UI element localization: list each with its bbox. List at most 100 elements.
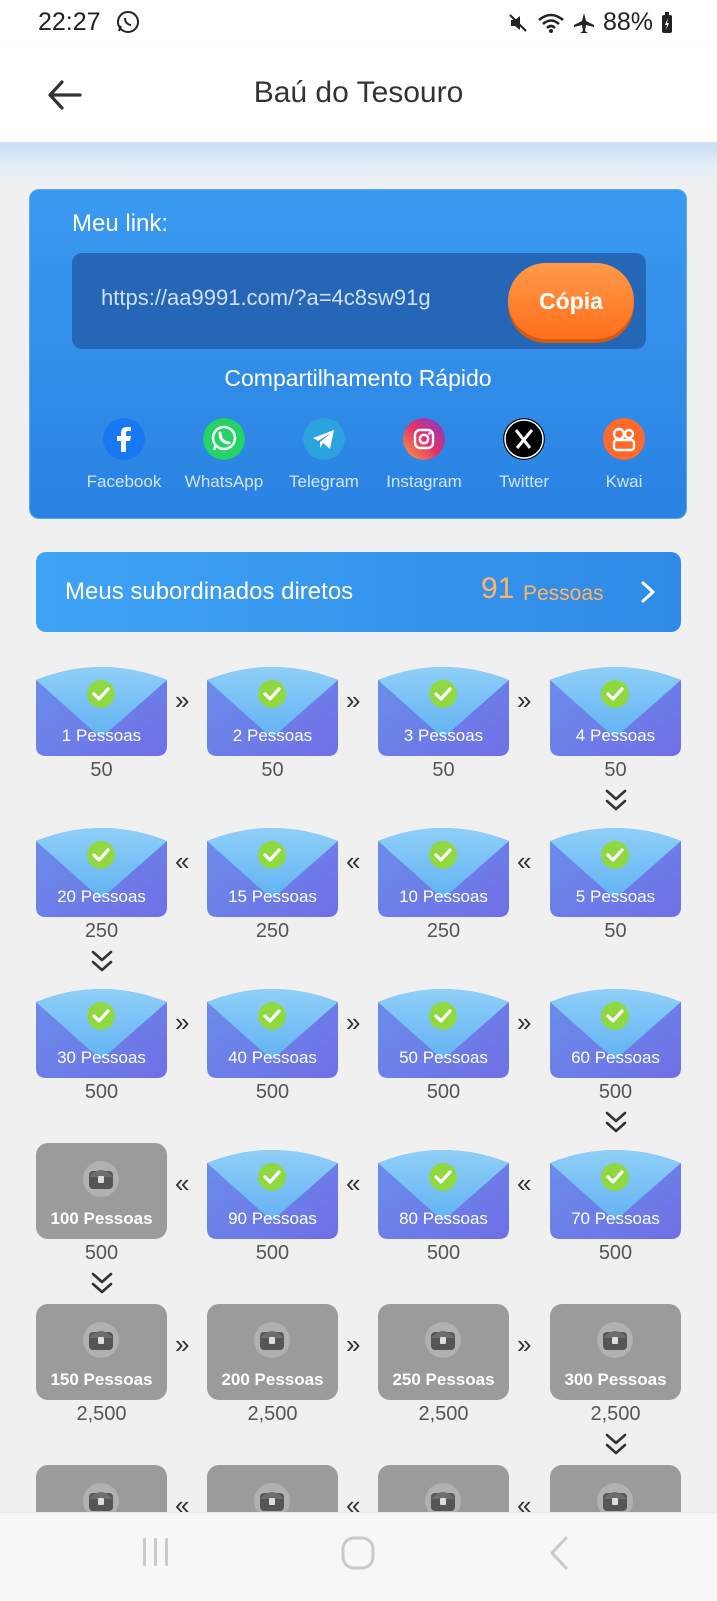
- treasure-chest[interactable]: 5 Pessoas: [550, 821, 681, 917]
- arrow-down-icon: [605, 789, 626, 811]
- share-whatsapp[interactable]: WhatsApp: [174, 418, 274, 492]
- chest-label: 5 Pessoas: [575, 887, 656, 906]
- status-bar: 22:27 88%: [0, 0, 717, 46]
- kwai-icon: [603, 418, 645, 460]
- share-facebook[interactable]: Facebook: [74, 418, 174, 492]
- status-icons: 88%: [507, 8, 673, 37]
- share-telegram[interactable]: Telegram: [274, 418, 374, 492]
- subordinates-label: Meus subordinados diretos: [65, 578, 354, 605]
- back-icon[interactable]: [547, 1535, 571, 1571]
- share-kwai[interactable]: Kwai: [574, 418, 674, 492]
- treasure-chest[interactable]: 250 Pessoas: [378, 1304, 509, 1400]
- arrow-right-icon: »: [346, 1007, 361, 1037]
- treasure-chest[interactable]: 90 Pessoas: [207, 1143, 338, 1239]
- share-label: WhatsApp: [184, 472, 264, 491]
- invite-link-url[interactable]: https://aa9991.com/?a=4c8sw91g: [101, 285, 431, 311]
- treasure-chest[interactable]: 300 Pessoas: [550, 1304, 681, 1400]
- header-background-decoration: [0, 142, 717, 190]
- arrow-left-icon: «: [175, 846, 190, 876]
- chest-label: 200 Pessoas: [221, 1370, 324, 1389]
- wifi-icon: [538, 13, 564, 33]
- chest-reward: 500: [426, 1081, 461, 1103]
- arrow-right-icon: »: [517, 1007, 532, 1037]
- telegram-icon: [303, 418, 345, 460]
- chest-reward: 50: [604, 759, 627, 781]
- battery-icon: [662, 11, 672, 33]
- chest-reward: 2,500: [247, 1403, 298, 1425]
- copy-button[interactable]: Cópia: [508, 263, 634, 339]
- treasure-chest[interactable]: 20 Pessoas: [36, 821, 167, 917]
- arrow-down-icon: [91, 950, 112, 972]
- chest-reward: 250: [426, 920, 461, 942]
- arrow-down-icon: [91, 1272, 112, 1294]
- link-label: Meu link:: [72, 210, 169, 237]
- chest-reward: 500: [598, 1081, 633, 1103]
- treasure-chest[interactable]: 40 Pessoas: [207, 982, 338, 1078]
- invite-link-card: Meu link: https://aa9991.com/?a=4c8sw91g…: [29, 189, 687, 519]
- subordinates-unit: Pessoas: [523, 582, 604, 605]
- treasure-chest[interactable]: 150 Pessoas: [36, 1304, 167, 1400]
- treasure-chest[interactable]: 3 Pessoas: [378, 660, 509, 756]
- chest-label: 70 Pessoas: [571, 1209, 660, 1228]
- share-label: Facebook: [86, 472, 162, 491]
- chest-label: 20 Pessoas: [57, 887, 146, 906]
- chest-label: 60 Pessoas: [571, 1048, 660, 1067]
- mute-icon: [509, 13, 527, 32]
- treasure-chest[interactable]: 50 Pessoas: [378, 982, 509, 1078]
- chest-label: 150 Pessoas: [50, 1370, 153, 1389]
- treasure-chest[interactable]: 30 Pessoas: [36, 982, 167, 1078]
- treasure-chest[interactable]: 2 Pessoas: [207, 660, 338, 756]
- share-label: Twitter: [498, 472, 550, 491]
- direct-subordinates-button[interactable]: Meus subordinados diretos 91 Pessoas: [36, 552, 681, 632]
- chest-reward: 500: [84, 1081, 119, 1103]
- share-label: Telegram: [289, 472, 359, 491]
- treasure-chest[interactable]: 60 Pessoas: [550, 982, 681, 1078]
- link-box: https://aa9991.com/?a=4c8sw91g Cópia: [72, 253, 646, 349]
- arrow-down-icon: [605, 1111, 626, 1133]
- airplane-icon: [573, 12, 594, 33]
- chest-reward: 500: [255, 1242, 290, 1264]
- chevron-right-icon: [641, 581, 655, 603]
- whatsapp-notification-icon: [117, 11, 139, 33]
- quick-share-title: Compartilhamento Rápido: [224, 365, 492, 391]
- chest-label: 10 Pessoas: [399, 887, 488, 906]
- system-navigation-bar: [0, 1512, 717, 1601]
- arrow-left-icon: «: [517, 1168, 532, 1198]
- share-label: Instagram: [386, 472, 462, 491]
- arrow-left-icon: «: [346, 1168, 361, 1198]
- arrow-right-icon: »: [175, 685, 190, 715]
- treasure-chest[interactable]: 70 Pessoas: [550, 1143, 681, 1239]
- page-title: Baú do Tesouro: [253, 76, 464, 109]
- chest-label: 90 Pessoas: [228, 1209, 317, 1228]
- treasure-chest[interactable]: 15 Pessoas: [207, 821, 338, 917]
- treasure-chest[interactable]: 1 Pessoas: [36, 660, 167, 756]
- treasure-chest[interactable]: 80 Pessoas: [378, 1143, 509, 1239]
- recent-apps-icon[interactable]: [140, 1535, 172, 1569]
- treasure-chest[interactable]: 200 Pessoas: [207, 1304, 338, 1400]
- chest-label: 2 Pessoas: [232, 726, 313, 745]
- arrow-right-icon: »: [346, 685, 361, 715]
- treasure-chest[interactable]: 10 Pessoas: [378, 821, 509, 917]
- chest-reward: 50: [261, 759, 284, 781]
- treasure-chest[interactable]: 4 Pessoas: [550, 660, 681, 756]
- arrow-right-icon: »: [346, 1329, 361, 1359]
- home-icon[interactable]: [340, 1535, 376, 1571]
- battery-percent: 88%: [602, 8, 653, 36]
- treasure-chest[interactable]: 100 Pessoas: [36, 1143, 167, 1239]
- arrow-down-icon: [605, 1433, 626, 1455]
- chest-reward: 500: [598, 1242, 633, 1264]
- arrow-right-icon: »: [517, 685, 532, 715]
- chest-reward: 50: [90, 759, 113, 781]
- share-twitter[interactable]: Twitter: [474, 418, 574, 492]
- chest-label: 15 Pessoas: [228, 887, 317, 906]
- chest-reward: 500: [84, 1242, 119, 1264]
- share-instagram[interactable]: Instagram: [374, 418, 474, 492]
- chest-reward: 500: [255, 1081, 290, 1103]
- arrow-left-icon: «: [346, 846, 361, 876]
- chest-reward: 50: [604, 920, 627, 942]
- share-label: Kwai: [605, 472, 643, 491]
- chest-label: 40 Pessoas: [228, 1048, 317, 1067]
- facebook-icon: [103, 418, 145, 460]
- subordinates-count: 91: [481, 572, 515, 605]
- chest-label: 4 Pessoas: [575, 726, 656, 745]
